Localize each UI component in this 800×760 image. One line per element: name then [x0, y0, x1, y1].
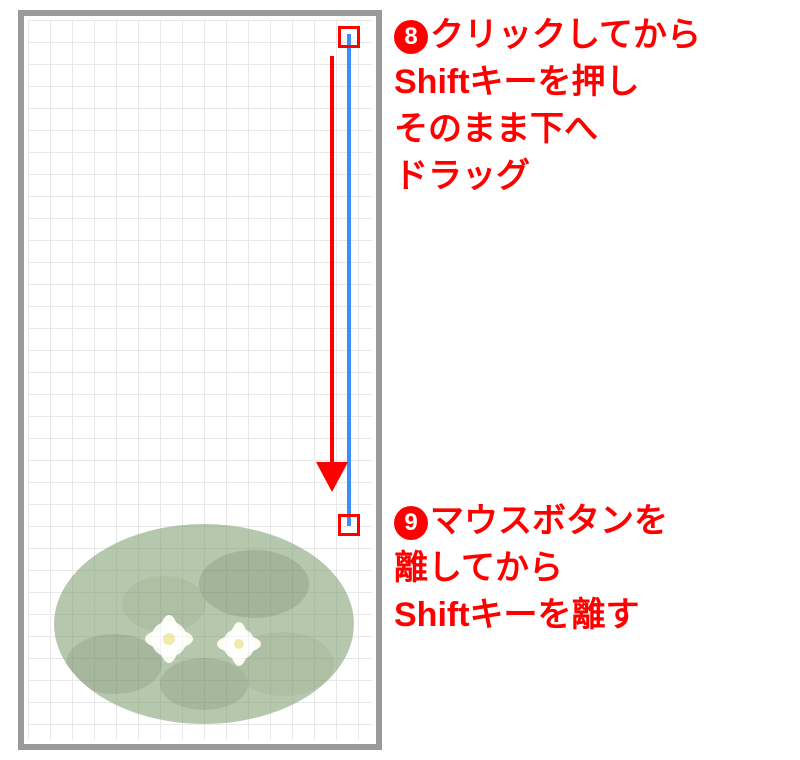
step-8-line2: Shiftキーを押し — [394, 63, 640, 101]
line-start-handle[interactable] — [338, 26, 360, 48]
line-end-handle[interactable] — [338, 514, 360, 536]
step-8-line1: クリックしてから — [430, 16, 701, 54]
step-8-badge: 8 — [394, 20, 428, 54]
step-9-line2: 離してから — [394, 549, 563, 587]
drag-direction-arrow — [318, 56, 348, 496]
step-9-badge: 9 — [394, 506, 428, 540]
drawing-canvas[interactable] — [18, 10, 382, 750]
step-9-line1: マウスボタンを — [430, 502, 668, 540]
step-9-line3: Shiftキーを離す — [394, 596, 640, 634]
step-8-annotation: 8クリックしてから Shiftキーを押し そのまま下へ ドラッグ — [394, 12, 701, 200]
step-8-line3: そのまま下へ — [394, 110, 598, 148]
lily-image — [54, 524, 354, 724]
step-9-annotation: 9マウスボタンを 離してから Shiftキーを離す — [394, 498, 668, 639]
step-8-line4: ドラッグ — [394, 157, 530, 195]
